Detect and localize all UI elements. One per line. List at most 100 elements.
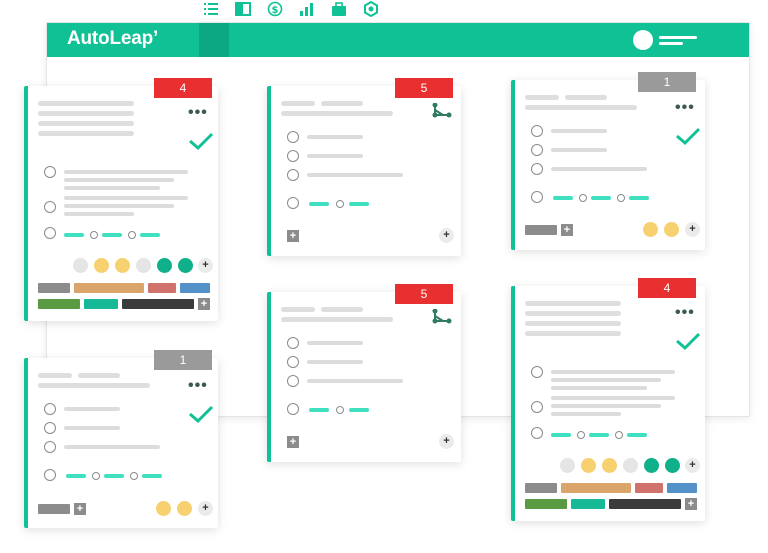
checklist-radio[interactable] <box>531 401 543 413</box>
add-button[interactable]: + <box>439 434 454 449</box>
tag[interactable] <box>74 283 144 293</box>
checklist-radio[interactable] <box>44 469 56 481</box>
checklist-radio[interactable] <box>531 144 543 156</box>
add-tag-button[interactable]: + <box>561 224 573 236</box>
text-placeholder <box>38 383 150 388</box>
check-icon[interactable] <box>675 126 701 146</box>
checklist-radio[interactable] <box>287 169 299 181</box>
step-dot <box>617 194 625 202</box>
more-options-icon[interactable]: ••• <box>188 105 208 121</box>
tag[interactable] <box>525 483 557 493</box>
checklist-radio[interactable] <box>287 356 299 368</box>
job-card[interactable]: 5 + + <box>267 284 461 462</box>
tag[interactable] <box>38 299 80 309</box>
status-dot[interactable] <box>581 458 596 473</box>
status-dot[interactable] <box>560 458 575 473</box>
checklist-radio[interactable] <box>287 375 299 387</box>
add-tag-button[interactable]: + <box>685 498 697 510</box>
tag[interactable] <box>635 483 663 493</box>
tag[interactable] <box>148 283 176 293</box>
workflow-icon[interactable] <box>429 309 455 325</box>
text-placeholder <box>38 131 134 136</box>
avatar[interactable] <box>633 30 653 50</box>
checklist-radio[interactable] <box>44 403 56 415</box>
status-dot[interactable] <box>156 501 171 516</box>
status-dot[interactable] <box>115 258 130 273</box>
list-icon[interactable] <box>203 1 219 17</box>
checklist-radio[interactable] <box>287 131 299 143</box>
status-dot[interactable] <box>157 258 172 273</box>
status-dot[interactable] <box>94 258 109 273</box>
checklist-radio[interactable] <box>287 337 299 349</box>
checklist-radio[interactable] <box>44 166 56 178</box>
tag[interactable] <box>84 299 118 309</box>
tag[interactable] <box>38 504 70 514</box>
checklist-radio[interactable] <box>531 125 543 137</box>
add-button[interactable]: + <box>685 458 700 473</box>
text-placeholder <box>307 379 403 383</box>
tag[interactable] <box>525 499 567 509</box>
tag[interactable] <box>122 299 194 309</box>
add-tag-button[interactable]: + <box>287 230 299 242</box>
checklist-radio[interactable] <box>44 227 56 239</box>
header-tab[interactable] <box>199 23 229 57</box>
status-dot[interactable] <box>665 458 680 473</box>
checklist-radio[interactable] <box>287 197 299 209</box>
progress-pill <box>349 408 369 412</box>
job-card[interactable]: 5 + + <box>267 78 461 256</box>
check-icon[interactable] <box>188 404 214 424</box>
tag[interactable] <box>38 283 70 293</box>
job-card[interactable]: 4 ••• + + <box>511 278 705 521</box>
status-dot[interactable] <box>643 222 658 237</box>
dollar-icon[interactable]: $ <box>267 1 283 17</box>
more-options-icon[interactable]: ••• <box>188 378 208 394</box>
checklist-radio[interactable] <box>44 441 56 453</box>
add-button[interactable]: + <box>198 258 213 273</box>
tag[interactable] <box>667 483 697 493</box>
status-dot[interactable] <box>177 501 192 516</box>
text-placeholder <box>307 173 403 177</box>
tag[interactable] <box>525 225 557 235</box>
status-dot[interactable] <box>73 258 88 273</box>
more-options-icon[interactable]: ••• <box>675 100 695 116</box>
app-logo[interactable]: AutoLeap’ <box>67 28 158 50</box>
add-button[interactable]: + <box>439 228 454 243</box>
status-dot[interactable] <box>136 258 151 273</box>
checklist-radio[interactable] <box>287 150 299 162</box>
status-dot[interactable] <box>623 458 638 473</box>
status-dot[interactable] <box>178 258 193 273</box>
status-dot[interactable] <box>644 458 659 473</box>
add-tag-button[interactable]: + <box>198 298 210 310</box>
more-options-icon[interactable]: ••• <box>675 305 695 321</box>
briefcase-icon[interactable] <box>331 1 347 17</box>
gear-icon[interactable] <box>363 0 379 18</box>
status-dot[interactable] <box>602 458 617 473</box>
checklist-radio[interactable] <box>531 366 543 378</box>
check-icon[interactable] <box>188 131 214 151</box>
workflow-icon[interactable] <box>429 103 455 119</box>
add-tag-button[interactable]: + <box>74 503 86 515</box>
checklist-radio[interactable] <box>287 403 299 415</box>
job-card[interactable]: 4 ••• + + <box>24 78 218 321</box>
checklist-radio[interactable] <box>44 201 56 213</box>
job-card[interactable]: 1 ••• + + <box>24 350 218 528</box>
bar-chart-icon[interactable] <box>299 1 315 17</box>
tag[interactable] <box>609 499 681 509</box>
job-card[interactable]: 1 ••• + + <box>511 72 705 250</box>
add-button[interactable]: + <box>198 501 213 516</box>
tag[interactable] <box>571 499 605 509</box>
add-button[interactable]: + <box>685 222 700 237</box>
checklist-radio[interactable] <box>44 422 56 434</box>
add-tag-button[interactable]: + <box>287 436 299 448</box>
text-placeholder <box>307 135 363 139</box>
text-placeholder <box>38 111 134 116</box>
status-dot[interactable] <box>664 222 679 237</box>
tag[interactable] <box>561 483 631 493</box>
checklist-radio[interactable] <box>531 191 543 203</box>
progress-pill <box>104 474 124 478</box>
tag[interactable] <box>180 283 210 293</box>
board-icon[interactable] <box>235 1 251 17</box>
check-icon[interactable] <box>675 331 701 351</box>
checklist-radio[interactable] <box>531 427 543 439</box>
checklist-radio[interactable] <box>531 163 543 175</box>
